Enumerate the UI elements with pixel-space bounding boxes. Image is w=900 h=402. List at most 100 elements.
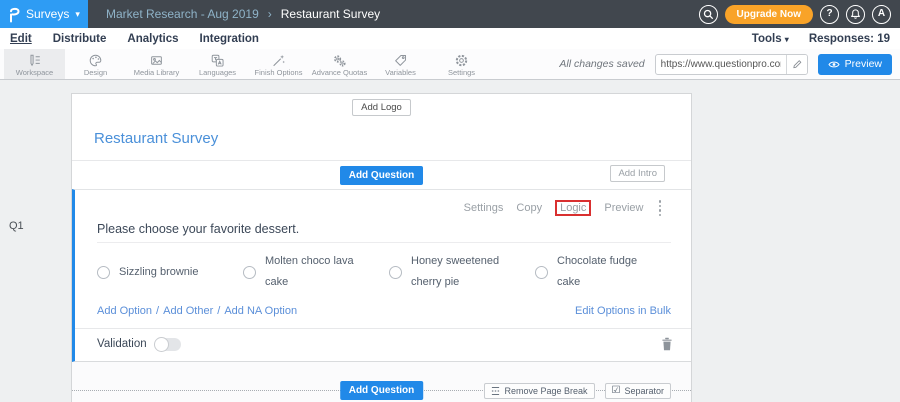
chevron-down-icon: ▾ bbox=[75, 9, 80, 20]
question-number-label: Q1 bbox=[9, 220, 24, 232]
tab-integration[interactable]: Integration bbox=[200, 33, 259, 45]
trash-icon bbox=[661, 337, 673, 351]
breadcrumb-chevron-icon: › bbox=[268, 7, 272, 21]
toolbar-item-label: Design bbox=[84, 68, 107, 77]
page-break-controls: Remove Page Break ☑ Separator bbox=[484, 383, 671, 399]
toolbar-item-media-library[interactable]: Media Library bbox=[126, 49, 187, 79]
avatar[interactable]: A bbox=[872, 5, 891, 24]
bell-icon bbox=[850, 8, 861, 20]
tab-distribute[interactable]: Distribute bbox=[53, 33, 107, 45]
toolbar-item-label: Media Library bbox=[134, 68, 179, 77]
option-molten-choco-lava-cake[interactable]: Molten choco lava cake bbox=[243, 251, 389, 293]
link-separator: / bbox=[156, 305, 159, 317]
toolbar-item-workspace[interactable]: Workspace bbox=[4, 49, 65, 79]
checkbox-checked-icon: ☑ bbox=[612, 386, 621, 396]
toolbar-item-finish-options[interactable]: Finish Options bbox=[248, 49, 309, 79]
toolbar-item-label: Variables bbox=[385, 68, 416, 77]
question-copy-link[interactable]: Copy bbox=[516, 202, 542, 214]
preview-button[interactable]: Preview bbox=[818, 54, 892, 75]
question-text[interactable]: Please choose your favorite dessert. bbox=[97, 222, 671, 243]
breadcrumb: Market Research - Aug 2019 › Restaurant … bbox=[106, 7, 380, 21]
workspace-icon bbox=[27, 52, 42, 68]
survey-title[interactable]: Restaurant Survey bbox=[94, 130, 669, 147]
toolbar-item-variables[interactable]: Variables bbox=[370, 49, 431, 79]
toolbar-item-advance-quotas[interactable]: Advance Quotas bbox=[309, 49, 370, 79]
radio-icon[interactable] bbox=[535, 266, 548, 279]
tools-menu[interactable]: Tools ▾ bbox=[752, 33, 789, 45]
page-break-zone: Add Question Remove Page Break ☑ Separat… bbox=[72, 381, 691, 401]
responses-count[interactable]: Responses: 19 bbox=[809, 33, 890, 45]
share-url-input[interactable] bbox=[656, 59, 786, 70]
toolbar-item-label: Languages bbox=[199, 68, 236, 77]
option-label[interactable]: Sizzling brownie bbox=[119, 262, 198, 283]
radio-icon[interactable] bbox=[243, 266, 256, 279]
settings-icon bbox=[454, 52, 469, 68]
languages-icon bbox=[210, 52, 225, 68]
notifications-button[interactable] bbox=[846, 5, 865, 24]
more-options-icon[interactable] bbox=[659, 200, 662, 216]
add-intro-button[interactable]: Add Intro bbox=[610, 165, 665, 182]
edit-url-button[interactable] bbox=[786, 55, 807, 74]
option-label[interactable]: Molten choco lava cake bbox=[265, 251, 360, 293]
validation-label: Validation bbox=[97, 338, 147, 350]
survey-nav-tabs: Edit Distribute Analytics Integration To… bbox=[0, 28, 900, 49]
toolbar-item-design[interactable]: Design bbox=[65, 49, 126, 79]
add-question-button-bottom[interactable]: Add Question bbox=[340, 381, 424, 400]
radio-icon[interactable] bbox=[389, 266, 402, 279]
survey-page-panel: Add Logo Restaurant Survey Add Question … bbox=[71, 93, 692, 402]
validation-toggle[interactable] bbox=[155, 338, 181, 351]
media-library-icon bbox=[149, 52, 164, 68]
tab-analytics[interactable]: Analytics bbox=[127, 33, 178, 45]
add-logo-button[interactable]: Add Logo bbox=[352, 99, 411, 116]
option-chocolate-fudge-cake[interactable]: Chocolate fudge cake bbox=[535, 251, 681, 293]
option-label[interactable]: Honey sweetened cherry pie bbox=[411, 251, 506, 293]
surveys-menu[interactable]: Surveys ▾ bbox=[0, 0, 88, 28]
option-label[interactable]: Chocolate fudge cake bbox=[557, 251, 652, 293]
add-question-button-top[interactable]: Add Question bbox=[340, 166, 424, 185]
toolbar-right: All changes saved Preview bbox=[559, 49, 900, 79]
finish-options-icon bbox=[271, 52, 286, 68]
add-question-row: Add Question Add Intro bbox=[72, 161, 691, 189]
question-preview-link[interactable]: Preview bbox=[604, 202, 643, 214]
validation-row: Validation bbox=[75, 329, 691, 361]
question-block-q1: Settings Copy Logic Preview Please choos… bbox=[72, 189, 691, 362]
add-other-link[interactable]: Add Other bbox=[163, 305, 213, 317]
option-honey-sweetened-cherry-pie[interactable]: Honey sweetened cherry pie bbox=[389, 251, 535, 293]
answer-options: Sizzling brownie Molten choco lava cake … bbox=[75, 243, 691, 297]
page-break-icon bbox=[491, 386, 500, 396]
breadcrumb-parent[interactable]: Market Research - Aug 2019 bbox=[106, 7, 259, 21]
save-status: All changes saved bbox=[559, 58, 644, 70]
question-logic-link-highlighted[interactable]: Logic bbox=[555, 200, 591, 216]
toolbar-item-settings[interactable]: Settings bbox=[431, 49, 492, 79]
logo-row: Add Logo bbox=[72, 94, 691, 121]
separator-label: Separator bbox=[624, 386, 664, 396]
tools-menu-label: Tools bbox=[752, 33, 782, 45]
tab-edit[interactable]: Edit bbox=[10, 33, 32, 45]
edit-options-in-bulk-link[interactable]: Edit Options in Bulk bbox=[575, 305, 671, 317]
upgrade-now-button[interactable]: Upgrade Now bbox=[725, 5, 813, 24]
separator-toggle-button[interactable]: ☑ Separator bbox=[605, 383, 672, 399]
add-na-option-link[interactable]: Add NA Option bbox=[224, 305, 297, 317]
questionpro-app: Surveys ▾ Market Research - Aug 2019 › R… bbox=[0, 0, 900, 402]
toolbar-item-languages[interactable]: Languages bbox=[187, 49, 248, 79]
search-button[interactable] bbox=[699, 5, 718, 24]
title-row: Restaurant Survey bbox=[72, 121, 691, 160]
option-links-row: Add Option / Add Other / Add NA Option E… bbox=[75, 297, 691, 328]
workspace-content: Q1 Add Logo Restaurant Survey Add Questi… bbox=[0, 80, 900, 402]
chevron-down-icon: ▾ bbox=[785, 35, 789, 44]
remove-page-break-button[interactable]: Remove Page Break bbox=[484, 383, 594, 399]
help-button[interactable]: ? bbox=[820, 5, 839, 24]
question-settings-link[interactable]: Settings bbox=[464, 202, 504, 214]
remove-page-break-label: Remove Page Break bbox=[504, 386, 587, 396]
delete-question-button[interactable] bbox=[661, 337, 673, 351]
toolbar-item-label: Workspace bbox=[16, 68, 53, 77]
option-sizzling-brownie[interactable]: Sizzling brownie bbox=[97, 251, 243, 293]
question-actions: Settings Copy Logic Preview bbox=[75, 190, 691, 216]
radio-icon[interactable] bbox=[97, 266, 110, 279]
design-icon bbox=[88, 52, 103, 68]
toolbar-item-label: Advance Quotas bbox=[312, 68, 367, 77]
add-option-link[interactable]: Add Option bbox=[97, 305, 152, 317]
eye-icon bbox=[828, 60, 840, 69]
tabs-right: Tools ▾ Responses: 19 bbox=[752, 33, 890, 45]
surveys-menu-label: Surveys bbox=[26, 7, 69, 21]
